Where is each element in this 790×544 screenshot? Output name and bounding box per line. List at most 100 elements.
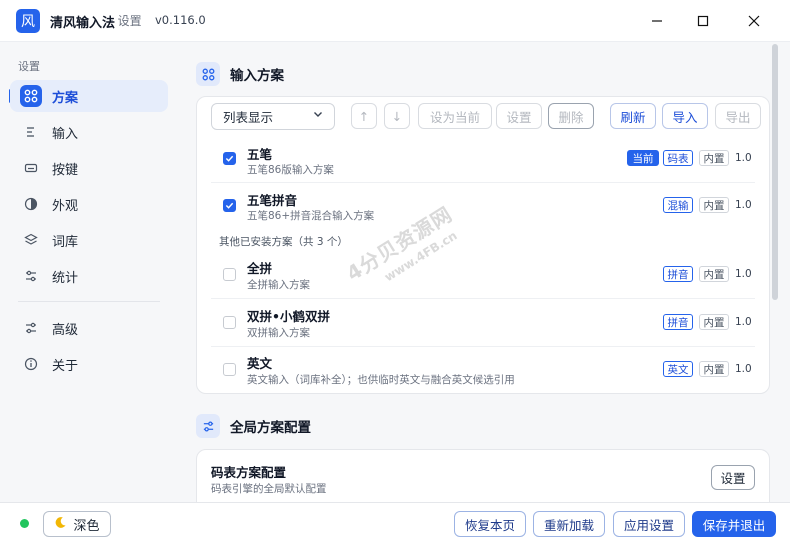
app-logo-icon: 风	[16, 9, 40, 33]
sidebar-item-label: 关于	[52, 358, 79, 374]
schemes-card: 列表显示 ↑ ↓ 设为当前 设置 删除 刷新 导入 导出 五笔 五笔86版输入方…	[196, 96, 770, 394]
reload-button[interactable]: 重新加载	[533, 511, 605, 537]
scheme-checkbox[interactable]	[223, 316, 236, 329]
maximize-button[interactable]	[686, 7, 720, 35]
scheme-name: 五笔	[247, 147, 273, 162]
tag-current: 当前	[627, 150, 659, 166]
sidebar-divider	[18, 301, 160, 302]
tag-type: 英文	[663, 361, 693, 377]
scheme-name: 双拼•小鹤双拼	[247, 309, 330, 324]
tag-type: 拼音	[663, 266, 693, 282]
move-up-button[interactable]: ↑	[351, 103, 377, 129]
close-button[interactable]	[737, 7, 771, 35]
sidebar-item-dictionary[interactable]: 词库	[10, 224, 168, 256]
row-divider	[211, 298, 755, 299]
title-bar: 风 清风输入法 · 设置 v0.116.0	[0, 0, 790, 42]
scheme-grid-icon	[196, 62, 220, 86]
export-button[interactable]: 导出	[715, 103, 761, 129]
restore-page-button[interactable]: 恢复本页	[454, 511, 526, 537]
check-icon	[225, 155, 234, 162]
refresh-button[interactable]: 刷新	[610, 103, 656, 129]
sidebar-item-about[interactable]: 关于	[10, 348, 168, 380]
theme-button-label: 深色	[73, 518, 100, 534]
scheme-row[interactable]: 全拼 全拼输入方案 拼音 内置 1.0	[211, 252, 755, 298]
sidebar-item-keys[interactable]: 按键	[10, 152, 168, 184]
config-desc: 码表引擎的全局默认配置	[211, 483, 327, 495]
scheme-checkbox[interactable]	[223, 363, 236, 376]
dark-theme-button[interactable]: 深色	[43, 511, 111, 537]
scheme-settings-button[interactable]: 设置	[496, 103, 542, 129]
save-and-exit-button[interactable]: 保存并退出	[692, 511, 776, 537]
close-icon	[748, 15, 760, 27]
delete-button[interactable]: 删除	[548, 103, 594, 129]
tag-builtin: 内置	[699, 361, 729, 377]
sliders-icon	[20, 265, 42, 287]
scheme-desc: 英文输入（词库补全）；也供临时英文与融合英文候选引用	[247, 374, 515, 386]
scheme-row[interactable]: 双拼•小鹤双拼 双拼输入方案 拼音 内置 1.0	[211, 300, 755, 346]
arrow-up-icon: ↑	[358, 108, 370, 124]
main-content: 输入方案 列表显示 ↑ ↓ 设为当前 设置 删除 刷新 导入 导出 五笔 五笔8…	[180, 42, 790, 502]
view-mode-value: 列表显示	[223, 110, 274, 125]
minimize-button[interactable]	[640, 7, 674, 35]
section-title-text: 输入方案	[230, 68, 284, 84]
tag-builtin: 内置	[699, 314, 729, 330]
tag-builtin: 内置	[699, 197, 729, 213]
keyboard-icon	[20, 157, 42, 179]
maximize-icon	[697, 15, 709, 27]
minimize-icon	[652, 20, 662, 22]
appearance-icon	[20, 193, 42, 215]
sidebar-item-stats[interactable]: 统计	[10, 260, 168, 292]
advanced-sliders-icon	[20, 317, 42, 339]
scheme-version: 1.0	[735, 316, 752, 328]
scheme-version: 1.0	[735, 363, 752, 375]
global-section-title: 全局方案配置	[196, 414, 311, 438]
move-down-button[interactable]: ↓	[384, 103, 410, 129]
footer-bar: 深色 恢复本页 重新加载 应用设置 保存并退出	[0, 502, 790, 544]
sidebar-item-appearance[interactable]: 外观	[10, 188, 168, 220]
codetable-config-card: 码表方案配置 码表引擎的全局默认配置 设置	[196, 449, 770, 502]
tag-type: 码表	[663, 150, 693, 166]
tag-type: 混输	[663, 197, 693, 213]
sidebar-item-label: 按键	[52, 162, 79, 178]
scheme-checkbox[interactable]	[223, 268, 236, 281]
sidebar-item-label: 输入	[52, 126, 79, 142]
chevron-down-icon	[312, 108, 324, 123]
view-mode-select[interactable]: 列表显示	[211, 103, 335, 130]
scheme-row[interactable]: 五笔 五笔86版输入方案 当前 码表 内置 1.0	[211, 137, 755, 182]
scheme-row[interactable]: 五笔拼音 五笔86+拼音混合输入方案 混输 内置 1.0	[211, 184, 755, 229]
sidebar-item-label: 统计	[52, 270, 79, 286]
sidebar-item-label: 词库	[52, 234, 79, 250]
sidebar-item-scheme[interactable]: 方案	[10, 80, 168, 112]
sidebar-item-label: 外观	[52, 198, 79, 214]
scheme-desc: 五笔86版输入方案	[247, 164, 334, 176]
app-version: v0.116.0	[155, 13, 206, 27]
row-divider	[211, 346, 755, 347]
apply-settings-button[interactable]: 应用设置	[613, 511, 685, 537]
scheme-name: 英文	[247, 356, 273, 371]
scheme-desc: 双拼输入方案	[247, 327, 310, 339]
moon-icon	[54, 516, 67, 533]
status-indicator	[20, 519, 29, 528]
sidebar-item-input[interactable]: 输入	[10, 116, 168, 148]
check-icon	[225, 202, 234, 209]
input-lines-icon	[20, 121, 42, 143]
scrollbar-thumb[interactable]	[772, 44, 778, 300]
other-schemes-header: 其他已安装方案（共 3 个）	[219, 236, 348, 248]
scheme-row[interactable]: 英文 英文输入（词库补全）；也供临时英文与融合英文候选引用 英文 内置 1.0	[211, 348, 755, 392]
scheme-version: 1.0	[735, 199, 752, 211]
scheme-name: 五笔拼音	[247, 193, 298, 208]
schemes-section-title: 输入方案	[196, 62, 284, 86]
info-icon	[20, 353, 42, 375]
import-button[interactable]: 导入	[662, 103, 708, 129]
row-divider	[211, 182, 755, 183]
app-name: 清风输入法	[50, 16, 116, 31]
sidebar: 设置 方案 输入 按键 外观 词库 统计 高级 关于	[0, 42, 180, 502]
scheme-checkbox[interactable]	[223, 199, 236, 212]
sidebar-item-label: 高级	[52, 322, 79, 338]
set-current-button[interactable]: 设为当前	[418, 103, 492, 129]
sidebar-item-advanced[interactable]: 高级	[10, 312, 168, 344]
config-settings-button[interactable]: 设置	[711, 465, 755, 490]
scheme-desc: 全拼输入方案	[247, 279, 310, 291]
scheme-checkbox[interactable]	[223, 152, 236, 165]
arrow-down-icon: ↓	[391, 108, 403, 124]
